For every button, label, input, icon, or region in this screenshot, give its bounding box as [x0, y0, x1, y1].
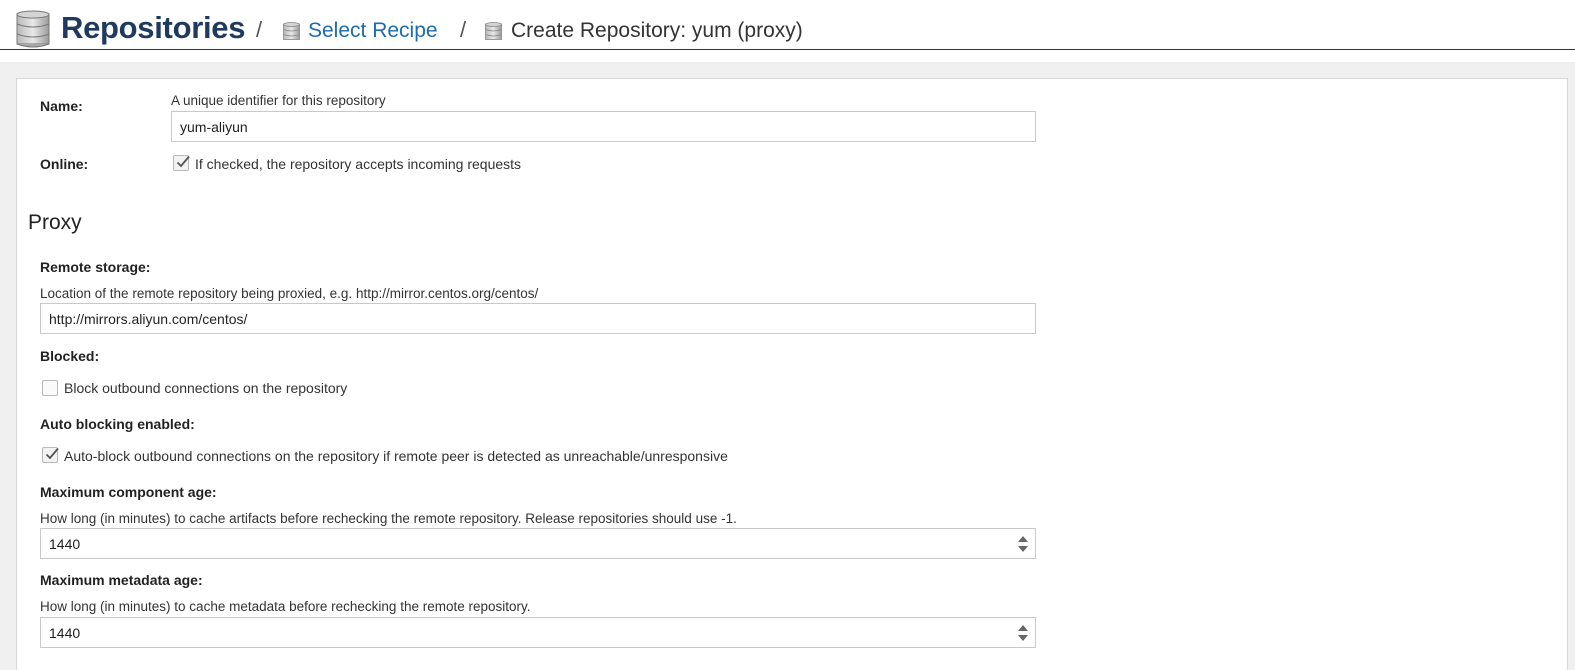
max-metadata-age-value: 1440 [49, 624, 81, 641]
max-component-age-help: How long (in minutes) to cache artifacts… [40, 511, 737, 526]
max-metadata-age-help: How long (in minutes) to cache metadata … [40, 599, 531, 614]
breadcrumb-link-select-recipe[interactable]: Select Recipe [308, 19, 438, 43]
remote-storage-help: Location of the remote repository being … [40, 286, 539, 301]
remote-storage-field[interactable]: http://mirrors.aliyun.com/centos/ [40, 303, 1036, 334]
breadcrumb: Repositories / Select Recipe / Create Re… [0, 0, 1575, 52]
name-field[interactable]: yum-aliyun [171, 111, 1036, 142]
name-value: yum-aliyun [180, 118, 248, 135]
online-checkbox[interactable] [173, 155, 190, 171]
breadcrumb-separator: / [256, 17, 263, 42]
auto-blocking-checkbox[interactable] [42, 447, 59, 463]
max-metadata-age-field[interactable]: 1440 [40, 617, 1036, 648]
database-icon [485, 22, 502, 40]
auto-blocking-checkbox-label: Auto-block outbound connections on the r… [64, 448, 728, 464]
database-icon [16, 10, 50, 48]
name-label: Name: [40, 98, 83, 114]
max-component-age-value: 1440 [49, 535, 81, 552]
breadcrumb-divider [0, 49, 1575, 50]
max-component-age-label: Maximum component age: [40, 484, 217, 500]
spinner-arrows-icon[interactable] [1017, 622, 1029, 644]
remote-storage-label: Remote storage: [40, 259, 151, 275]
online-label: Online: [40, 156, 89, 172]
checkmark-icon [45, 447, 59, 460]
checkmark-icon [176, 155, 190, 168]
online-checkbox-label: If checked, the repository accepts incom… [195, 156, 522, 172]
max-component-age-field[interactable]: 1440 [40, 528, 1036, 559]
max-metadata-age-label: Maximum metadata age: [40, 572, 203, 588]
remote-storage-value: http://mirrors.aliyun.com/centos/ [49, 310, 248, 327]
auto-blocking-label: Auto blocking enabled: [40, 416, 195, 432]
proxy-section-heading: Proxy [28, 211, 82, 234]
breadcrumb-separator: / [460, 17, 467, 42]
name-help: A unique identifier for this repository [171, 93, 386, 108]
blocked-label: Blocked: [40, 348, 100, 364]
breadcrumb-current: Create Repository: yum (proxy) [511, 19, 803, 42]
blocked-checkbox[interactable] [42, 380, 58, 396]
blocked-checkbox-label: Block outbound connections on the reposi… [64, 380, 348, 396]
database-icon [283, 22, 300, 40]
spinner-arrows-icon[interactable] [1017, 533, 1029, 555]
breadcrumb-title: Repositories [61, 10, 246, 45]
